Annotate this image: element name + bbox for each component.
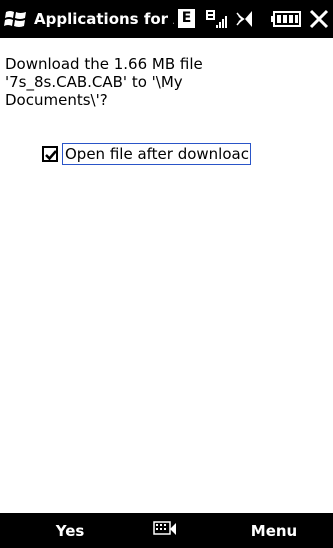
open-after-download-checkbox[interactable] [42,146,58,162]
battery-icon[interactable] [270,10,302,28]
open-after-download-label[interactable]: Open file after downloac [62,143,251,165]
menu-softkey[interactable]: Menu [244,521,304,541]
download-message: Download the 1.66 MB file '7s_8s.CAB.CAB… [5,55,203,109]
open-after-download-option[interactable]: Open file after downloac [42,141,251,167]
signal-strength-icon[interactable] [205,7,229,31]
soft-key-bar: Yes Menu [0,513,333,548]
title-bar: Applications for Ac E [0,0,333,38]
volume-icon[interactable] [235,7,259,31]
network-edge-icon[interactable]: E [178,9,195,28]
download-dialog: Download the 1.66 MB file '7s_8s.CAB.CAB… [0,38,333,513]
app-title[interactable]: Applications for Ac [34,9,174,29]
windows-start-icon[interactable] [4,8,28,30]
yes-softkey[interactable]: Yes [40,521,100,541]
keyboard-icon[interactable] [152,519,178,541]
close-icon[interactable] [308,8,330,30]
checkmark-icon [45,150,57,161]
